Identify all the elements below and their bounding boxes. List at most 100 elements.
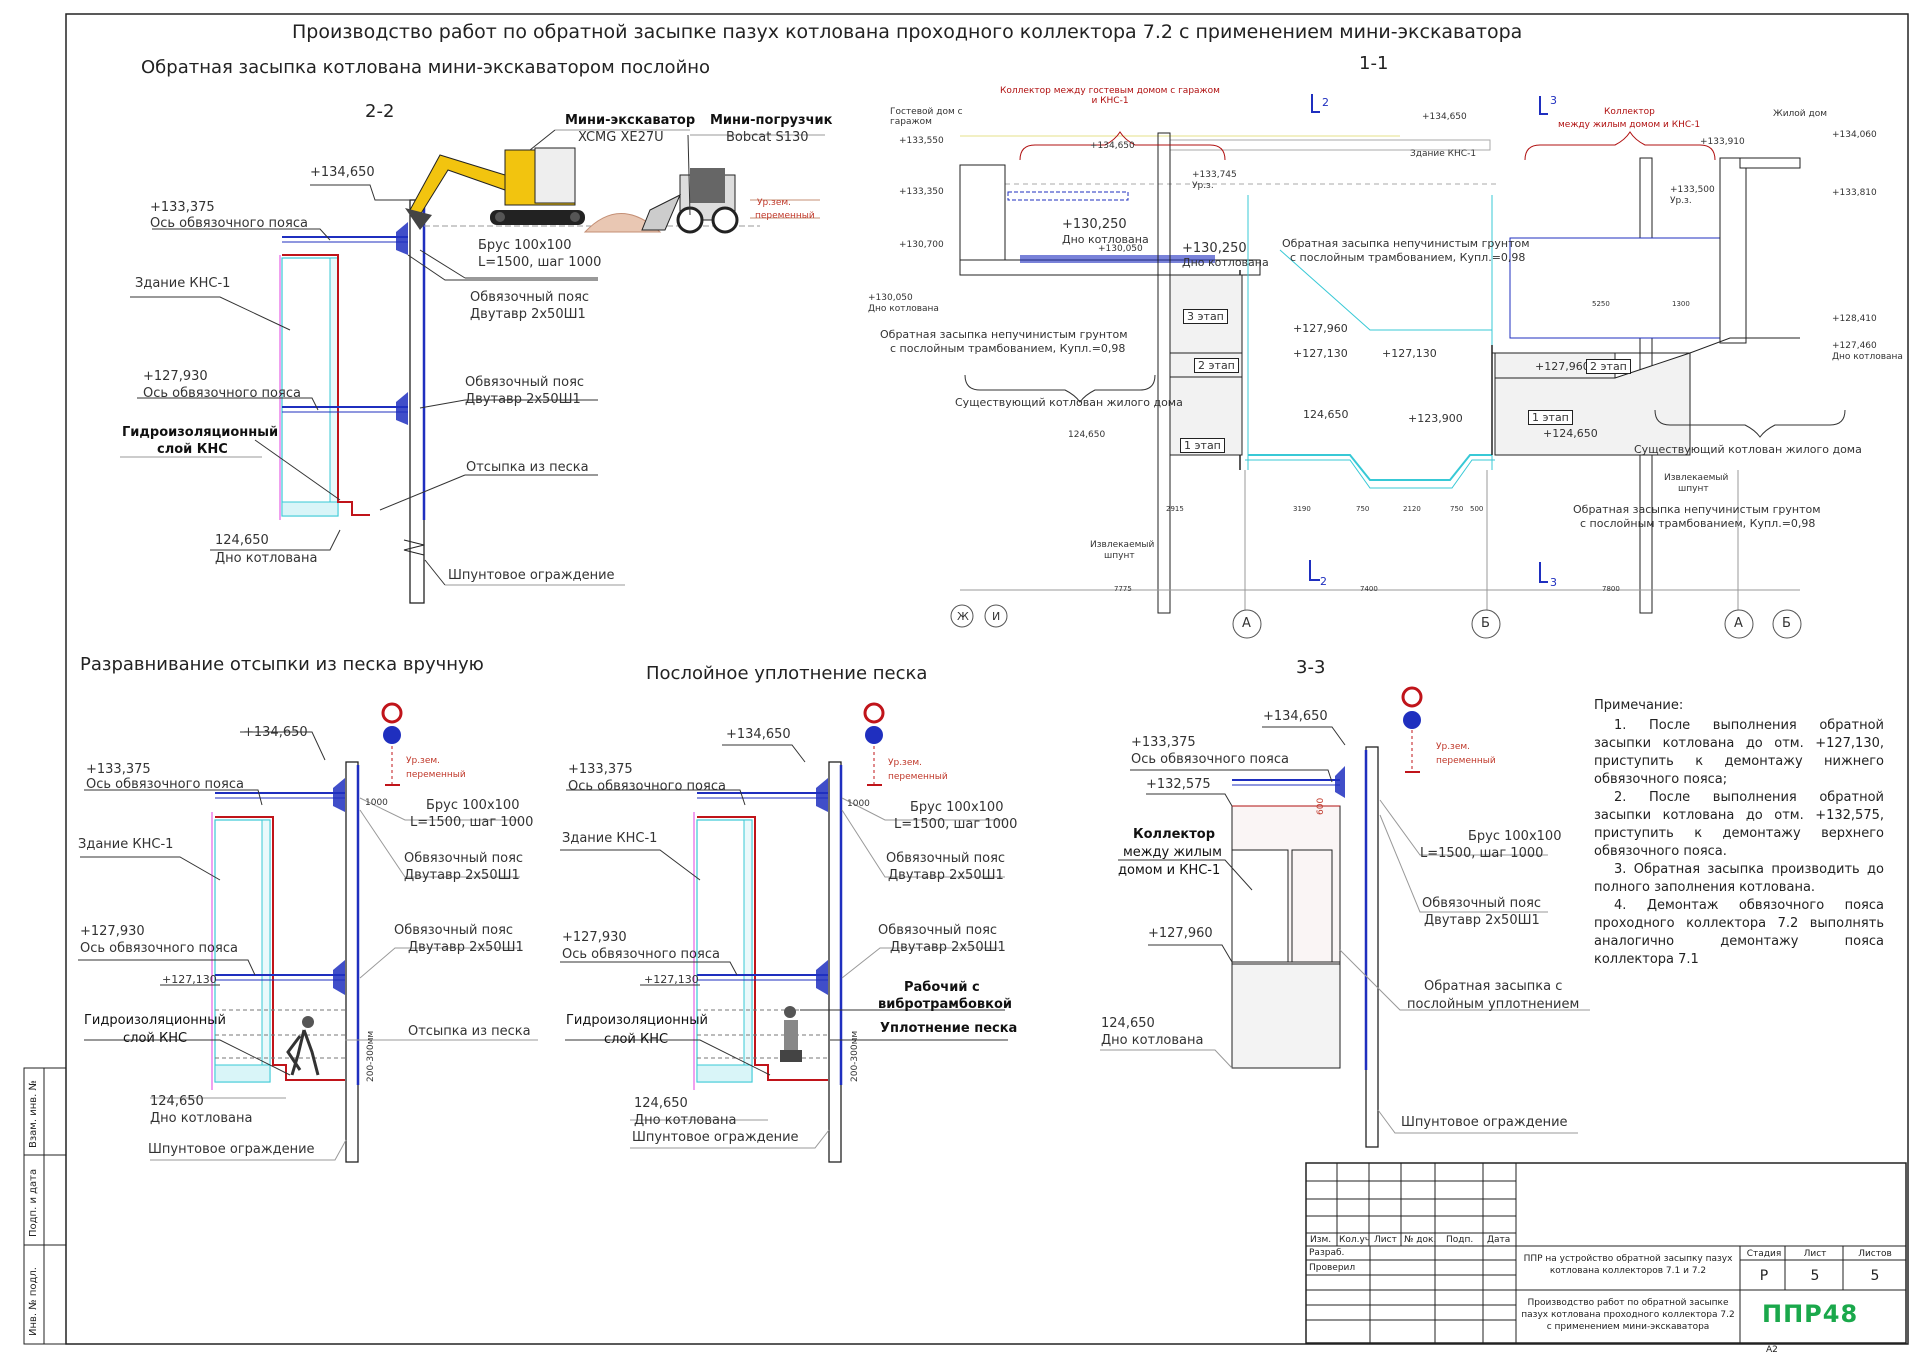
collector-a-label: Коллектор между гостевым домом с гаражом… xyxy=(1000,86,1220,106)
s33-ground-variable: переменный xyxy=(1436,756,1496,766)
s33-collector-label-3: домом и КНС-1 xyxy=(1118,863,1221,878)
mark-127130-b: +127,130 xyxy=(1382,347,1437,360)
hand-ground-variable: переменный xyxy=(406,770,466,780)
hand-mark-belt2: +127,930 xyxy=(80,924,145,939)
stamp-format: А2 xyxy=(1766,1345,1778,1355)
dim-3190: 3190 xyxy=(1293,505,1311,513)
s33-mark-127960: +127,960 xyxy=(1148,926,1213,941)
comp-layer-dim: 200-300мм xyxy=(850,1030,860,1082)
stamp-row-proveril: Проверил xyxy=(1309,1263,1356,1273)
mark-124650-c: +124,650 xyxy=(1543,427,1598,440)
mark-133810: +133,810 xyxy=(1832,188,1877,198)
mark-134650-b: +134,650 xyxy=(1422,112,1467,122)
extracted-pile-label: Извлекаемый xyxy=(1090,540,1155,550)
comp-compaction-label: Уплотнение песка xyxy=(880,1021,1018,1036)
backfill-a-label-2: с послойным трамбованием, Купл.=0,98 xyxy=(1290,251,1526,264)
comp-building-label: Здание КНС-1 xyxy=(562,831,658,846)
s33-belt-profile: Двутавр 2х50Ш1 xyxy=(1424,913,1540,928)
stamp-col-izm: Изм. xyxy=(1310,1235,1332,1245)
comp-beam-label: Брус 100х100 xyxy=(910,800,1004,815)
belt-profile-label: Двутавр 2х50Ш1 xyxy=(470,307,586,322)
mark-130250-b-note: Дно котлована xyxy=(1182,256,1269,269)
mark-133910: +133,910 xyxy=(1700,137,1745,147)
backfill-c-label-2: с послойным трамбованием, Купл.=0,98 xyxy=(1580,517,1816,530)
mark-134650-a: +134,650 xyxy=(1090,141,1135,151)
loader-icon xyxy=(583,168,739,234)
mark-127960-a: +127,960 xyxy=(1293,322,1348,335)
hand-belt-profile2: Двутавр 2х50Ш1 xyxy=(408,940,524,955)
section-title-layer-backfill: Обратная засыпка котлована мини-экскават… xyxy=(141,57,711,78)
stage-1-label: 1 этап xyxy=(1180,438,1225,453)
s33-sheet-pile: Шпунтовое ограждение xyxy=(1401,1115,1568,1130)
comp-belt-profile2: Двутавр 2х50Ш1 xyxy=(890,940,1006,955)
existing-pit-label-2: Существующий котлован жилого дома xyxy=(1634,443,1862,456)
dim-1300: 1300 xyxy=(1672,300,1690,308)
stamp-col-doc: № док. xyxy=(1404,1235,1437,1245)
sand-label: Отсыпка из песка xyxy=(466,460,589,475)
stamp-col-podp: Подп. xyxy=(1446,1235,1474,1245)
stamp-sheets: 5 xyxy=(1870,1268,1880,1284)
beam-label: Брус 100х100 xyxy=(478,238,572,253)
extracted-pile-label-4: шпунт xyxy=(1678,484,1709,494)
dim-2120: 2120 xyxy=(1403,505,1421,513)
hand-belt-axis: Ось обвязочного пояса xyxy=(86,777,244,792)
ground-level-label: Ур.зем. xyxy=(757,198,792,208)
hand-waterproof-2: слой КНС xyxy=(123,1031,188,1046)
drawing-sheet: Производство работ по обратной засыпке п… xyxy=(0,0,1920,1358)
page-title: Производство работ по обратной засыпке п… xyxy=(292,21,1523,43)
dim-750-a: 750 xyxy=(1356,505,1370,513)
hand-mark-belt1: +133,375 xyxy=(86,762,151,777)
mark-133500: +133,500 xyxy=(1670,185,1715,195)
mark-124650-b: 124,650 xyxy=(1068,430,1106,440)
comp-waterproof-2: слой КНС xyxy=(604,1032,669,1047)
comp-belt-profile: Двутавр 2х50Ш1 xyxy=(888,868,1004,883)
dim-2915: 2915 xyxy=(1166,505,1184,513)
comp-mark-belt1: +133,375 xyxy=(568,762,633,777)
s33-beam-label: Брус 100х100 xyxy=(1468,829,1562,844)
backfill-b-label: Обратная засыпка непучинистым грунтом xyxy=(880,328,1128,341)
axis-a: А xyxy=(1242,616,1251,631)
loader-label: Мини-погрузчик xyxy=(710,113,833,128)
belt-profile2-label: Двутавр 2х50Ш1 xyxy=(465,392,581,407)
hand-belt-label: Обвязочный пояс xyxy=(404,851,524,866)
belt-axis-label: Ось обвязочного пояса xyxy=(150,216,308,231)
stamp-row-razrab: Разраб. xyxy=(1309,1248,1345,1258)
notes-block: Примечание: 1. После выполнения обратной… xyxy=(1594,697,1884,969)
belt2-label: Обвязочный пояс xyxy=(465,375,585,390)
stage-2b-label: 2 этап xyxy=(1586,359,1631,374)
comp-ground-variable: переменный xyxy=(888,772,948,782)
dim-750-b: 750 xyxy=(1450,505,1464,513)
note-4: 4. Демонтаж обвязочного пояса проходного… xyxy=(1594,898,1884,967)
s33-dim-600: 600 xyxy=(1316,797,1326,815)
existing-pit-label: Существующий котлован жилого дома xyxy=(955,396,1183,409)
mark-123900: +123,900 xyxy=(1408,412,1463,425)
ground-level-variable: переменный xyxy=(755,211,815,221)
excavator-label: Мини-экскаватор xyxy=(565,113,696,128)
hand-belt-profile: Двутавр 2х50Ш1 xyxy=(404,868,520,883)
dim-7400: 7400 xyxy=(1360,585,1378,593)
mark-130050-b: +130,050 xyxy=(1098,244,1143,254)
mark-top: +134,650 xyxy=(310,165,375,180)
hand-mark-bottom: 124,650 xyxy=(150,1094,204,1109)
cut-marker-2-bottom: 2 xyxy=(1320,575,1327,588)
mark-133550: +133,550 xyxy=(899,136,944,146)
comp-worker-label: Рабочий с xyxy=(904,980,980,995)
comp-ground-label: Ур.зем. xyxy=(888,758,923,768)
mark-134060: +134,060 xyxy=(1832,130,1877,140)
s33-belt-axis: Ось обвязочного пояса xyxy=(1131,752,1289,767)
side-stamp-1: Взам. инв. № xyxy=(28,1080,39,1148)
axis-b: Б xyxy=(1481,616,1490,631)
dim-5250: 5250 xyxy=(1592,300,1610,308)
stamp-sheets-header: Листов xyxy=(1858,1249,1892,1259)
mark-130700: +130,700 xyxy=(899,240,944,250)
comp-sheet-pile: Шпунтовое ограждение xyxy=(632,1130,799,1145)
axis-zh: Ж xyxy=(957,610,969,623)
building-label: Здание КНС-1 xyxy=(135,276,231,291)
excavator-icon xyxy=(405,147,585,230)
mark-127130-a: +127,130 xyxy=(1293,347,1348,360)
hand-beam-step: L=1500, шаг 1000 xyxy=(410,815,534,830)
note-1: 1. После выполнения обратной засыпки кот… xyxy=(1594,718,1884,787)
comp-worker-label-2: вибротрамбовкой xyxy=(878,997,1012,1012)
cut-marker-3-top: 3 xyxy=(1550,94,1557,107)
stamp-col-kol: Кол.уч xyxy=(1339,1235,1371,1245)
